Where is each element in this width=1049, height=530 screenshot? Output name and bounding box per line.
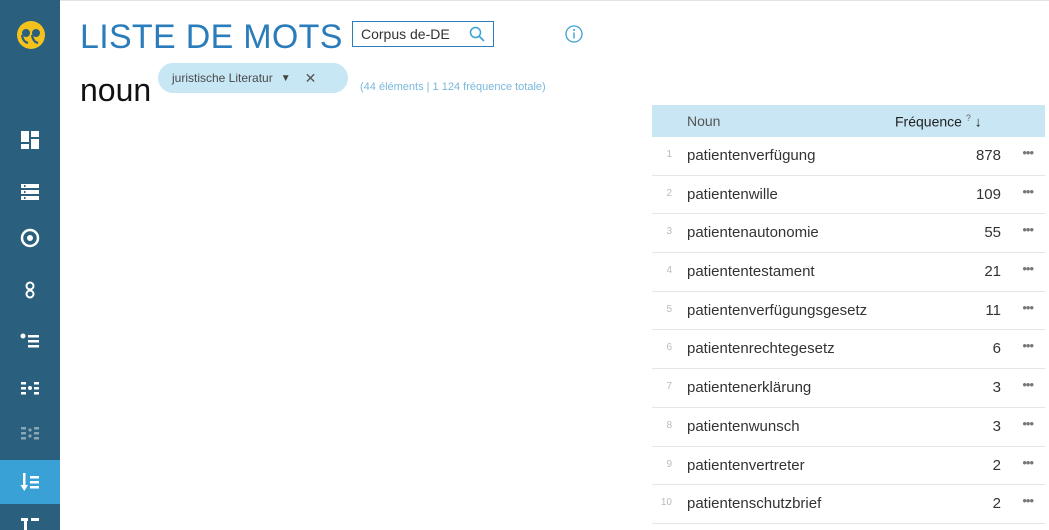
row-frequency: 11 bbox=[985, 301, 1001, 319]
row-frequency: 109 bbox=[975, 185, 1001, 203]
corpus-selector[interactable] bbox=[352, 21, 494, 47]
row-menu-icon[interactable]: ••• bbox=[1022, 184, 1034, 199]
filter-chip[interactable]: juristische Literatur ▼ ✕ bbox=[158, 63, 348, 93]
row-frequency: 3 bbox=[992, 379, 1001, 397]
row-word[interactable]: patientenverfügung bbox=[687, 147, 815, 164]
table-row[interactable]: 1 patientenverfügung 878 ••• bbox=[652, 137, 1045, 176]
page-title: LISTE DE MOTS bbox=[80, 18, 343, 56]
sidebar-item-ngram[interactable] bbox=[0, 366, 60, 410]
sort-desc-icon[interactable]: ↓ bbox=[975, 114, 982, 130]
sidebar-item-more[interactable] bbox=[0, 510, 60, 530]
sidebar-item-bullet-list[interactable] bbox=[0, 318, 60, 362]
column-header-noun[interactable]: Noun bbox=[687, 113, 720, 129]
table-row[interactable]: 4 patiententestament 21 ••• bbox=[652, 253, 1045, 292]
dashboard-icon bbox=[21, 131, 39, 149]
row-frequency: 21 bbox=[984, 263, 1001, 281]
table-row[interactable]: 2 patientenwille 109 ••• bbox=[652, 176, 1045, 215]
row-frequency: 2 bbox=[992, 456, 1001, 474]
bullet-list-icon bbox=[20, 333, 39, 348]
row-menu-icon[interactable]: ••• bbox=[1022, 145, 1034, 160]
row-number: 7 bbox=[666, 381, 672, 393]
list-icon bbox=[21, 184, 39, 200]
result-summary: (44 éléments | 1 124 fréquence totale) bbox=[360, 81, 546, 93]
row-menu-icon[interactable]: ••• bbox=[1022, 377, 1034, 392]
sidebar-item-target[interactable] bbox=[0, 216, 60, 260]
row-menu-icon[interactable]: ••• bbox=[1022, 300, 1034, 315]
table-row[interactable]: 3 patientenautonomie 55 ••• bbox=[652, 214, 1045, 254]
top-divider bbox=[0, 0, 1049, 1]
row-number: 6 bbox=[666, 342, 672, 354]
sidebar-item-list[interactable] bbox=[0, 170, 60, 214]
row-frequency: 6 bbox=[992, 340, 1001, 358]
row-number: 9 bbox=[666, 458, 672, 470]
row-word[interactable]: patientenwille bbox=[687, 186, 778, 203]
logo-icon[interactable] bbox=[16, 20, 46, 50]
row-frequency: 3 bbox=[992, 417, 1001, 435]
corpus-input[interactable] bbox=[361, 26, 461, 42]
frequency-label: Fréquence bbox=[895, 113, 962, 130]
table-row[interactable]: 5 patientenverfügungsgesetz 11 ••• bbox=[652, 292, 1045, 331]
sidebar-item-dashboard[interactable] bbox=[0, 118, 60, 162]
row-frequency: 878 bbox=[975, 147, 1001, 164]
row-menu-icon[interactable]: ••• bbox=[1022, 222, 1034, 237]
row-menu-icon[interactable]: ••• bbox=[1022, 416, 1034, 431]
row-number: 4 bbox=[666, 265, 672, 277]
row-word[interactable]: patientenrechtegesetz bbox=[687, 340, 835, 357]
keywords-icon bbox=[21, 427, 39, 440]
table-row[interactable]: 6 patientenrechtegesetz 6 ••• bbox=[652, 330, 1045, 370]
row-menu-icon[interactable]: ••• bbox=[1022, 338, 1034, 353]
row-number: 3 bbox=[666, 226, 672, 238]
table-row[interactable]: 9 patientenvertreter 2 ••• bbox=[652, 447, 1045, 486]
row-word[interactable]: patiententestament bbox=[687, 263, 815, 280]
table-row[interactable]: 7 patientenerklärung 3 ••• bbox=[652, 369, 1045, 408]
row-word[interactable]: patientenverfügungsgesetz bbox=[687, 302, 867, 319]
wordlist-icon bbox=[20, 473, 39, 491]
query-attribute: noun bbox=[80, 72, 152, 108]
chevron-down-icon[interactable]: ▼ bbox=[281, 73, 291, 84]
column-header-frequency[interactable]: Fréquence ? ↓ bbox=[895, 113, 982, 130]
row-number: 8 bbox=[666, 419, 672, 431]
more-icon bbox=[21, 518, 39, 530]
row-menu-icon[interactable]: ••• bbox=[1022, 493, 1034, 508]
row-word[interactable]: patientenschutzbrief bbox=[687, 495, 821, 512]
table-header: Noun Fréquence ? ↓ bbox=[652, 105, 1045, 137]
row-number: 10 bbox=[660, 497, 672, 509]
row-menu-icon[interactable]: ••• bbox=[1022, 261, 1034, 276]
row-frequency: 55 bbox=[984, 224, 1001, 242]
sidebar bbox=[0, 0, 60, 530]
row-word[interactable]: patientenautonomie bbox=[687, 224, 819, 241]
row-menu-icon[interactable]: ••• bbox=[1022, 455, 1034, 470]
concordance-icon bbox=[25, 281, 35, 299]
table-row[interactable]: 10 patientenschutzbrief 2 ••• bbox=[652, 485, 1045, 524]
wordlist-table: Noun Fréquence ? ↓ 1 patientenverfügung … bbox=[652, 105, 1045, 524]
close-icon[interactable]: ✕ bbox=[305, 70, 317, 87]
row-number: 1 bbox=[666, 149, 672, 160]
info-icon[interactable] bbox=[565, 25, 583, 43]
row-number: 5 bbox=[666, 303, 672, 315]
sidebar-item-keywords[interactable] bbox=[0, 412, 60, 456]
sidebar-item-concordance[interactable] bbox=[0, 268, 60, 312]
row-word[interactable]: patientenerklärung bbox=[687, 379, 811, 396]
search-icon[interactable] bbox=[469, 26, 485, 42]
filter-chip-label: juristische Literatur bbox=[172, 71, 273, 85]
row-word[interactable]: patientenvertreter bbox=[687, 457, 805, 474]
row-frequency: 2 bbox=[992, 495, 1001, 513]
ngram-icon bbox=[21, 382, 39, 395]
help-icon[interactable]: ? bbox=[966, 113, 971, 123]
sidebar-item-wordlist[interactable] bbox=[0, 460, 60, 504]
target-icon bbox=[20, 228, 40, 248]
row-word[interactable]: patientenwunsch bbox=[687, 418, 800, 435]
table-row[interactable]: 8 patientenwunsch 3 ••• bbox=[652, 408, 1045, 447]
row-number: 2 bbox=[666, 187, 672, 199]
